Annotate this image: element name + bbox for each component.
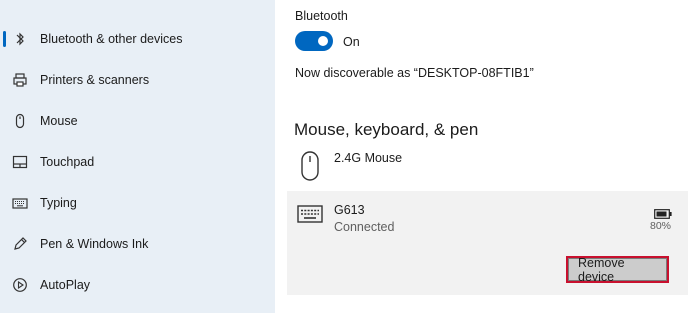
autoplay-icon: [12, 277, 28, 293]
toggle-state-label: On: [343, 35, 360, 49]
sidebar-item-label: Printers & scanners: [40, 73, 150, 87]
bluetooth-toggle[interactable]: [295, 31, 333, 51]
sidebar-item-label: Bluetooth & other devices: [40, 32, 183, 46]
keyboard-icon: [12, 195, 28, 211]
bluetooth-icon: [12, 31, 28, 47]
battery-percentage: 80%: [649, 220, 671, 232]
sidebar-item-printers[interactable]: Printers & scanners: [0, 60, 275, 100]
sidebar-item-autoplay[interactable]: AutoPlay: [0, 265, 275, 305]
toggle-knob: [318, 36, 328, 46]
device-name: 2.4G Mouse: [334, 151, 403, 165]
pen-icon: [12, 236, 28, 252]
remove-device-button[interactable]: Remove device: [566, 256, 669, 284]
sidebar-item-label: Mouse: [40, 114, 78, 128]
device-card-keyboard[interactable]: G613 Connected 80% Remove device: [287, 191, 688, 295]
sidebar-item-mouse[interactable]: Mouse: [0, 101, 275, 141]
touchpad-icon: [12, 154, 28, 170]
section-title: Mouse, keyboard, & pen: [294, 120, 479, 139]
sidebar-item-touchpad[interactable]: Touchpad: [0, 142, 275, 182]
discoverable-text: Now discoverable as “DESKTOP-08FTIB1”: [295, 66, 534, 80]
mouse-icon: [12, 113, 28, 129]
settings-content: Bluetooth On Now discoverable as “DESKTO…: [275, 0, 700, 313]
sidebar-item-pen[interactable]: Pen & Windows Ink: [0, 224, 275, 264]
sidebar-item-label: Pen & Windows Ink: [40, 237, 149, 251]
mouse-icon: [300, 151, 320, 186]
sidebar-item-label: Typing: [40, 196, 77, 210]
remove-device-label: Remove device: [568, 256, 667, 284]
selection-indicator: [3, 31, 6, 47]
keyboard-icon: [297, 205, 323, 228]
settings-sidebar: Bluetooth & other devices Printers & sca…: [0, 0, 275, 313]
sidebar-item-typing[interactable]: Typing: [0, 183, 275, 223]
bluetooth-label: Bluetooth: [295, 9, 348, 23]
device-status: Connected: [334, 220, 395, 234]
printer-icon: [12, 72, 28, 88]
sidebar-item-label: AutoPlay: [40, 278, 91, 292]
sidebar-item-label: Touchpad: [40, 155, 95, 169]
device-item-mouse[interactable]: 2.4G Mouse: [295, 148, 695, 184]
sidebar-item-bluetooth[interactable]: Bluetooth & other devices: [0, 19, 275, 59]
device-name: G613: [334, 203, 365, 217]
